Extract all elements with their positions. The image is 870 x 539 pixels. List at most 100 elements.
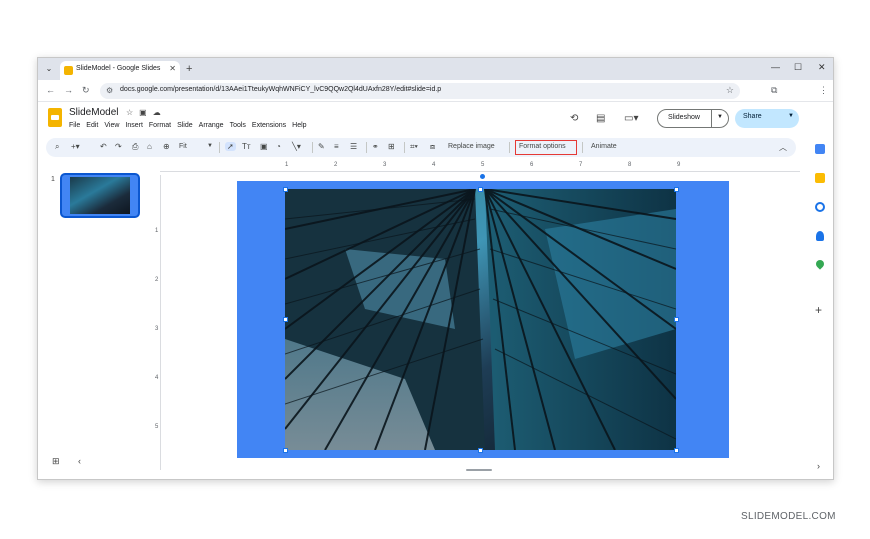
back-arrow-icon[interactable]: ←: [46, 85, 55, 95]
ruler-tick: 4: [432, 162, 436, 168]
format-options-button[interactable]: Format options: [515, 140, 577, 155]
paint-format-icon[interactable]: ⌂: [147, 142, 152, 151]
text-box-icon[interactable]: Tт: [242, 142, 251, 151]
keep-icon[interactable]: [815, 173, 825, 183]
resize-handle-bottom[interactable]: [478, 448, 483, 453]
minimize-button[interactable]: —: [771, 62, 780, 72]
line-icon[interactable]: ╲▾: [292, 142, 301, 151]
menu-help[interactable]: Help: [292, 122, 306, 132]
browser-tab[interactable]: SlideModel - Google Slides ✕: [60, 61, 180, 80]
extensions-icon[interactable]: ⧉: [771, 85, 777, 96]
format-options-label: Format options: [519, 143, 566, 150]
speaker-notes-handle[interactable]: [466, 469, 492, 471]
menu-insert[interactable]: Insert: [125, 122, 143, 132]
resize-handle-top-right[interactable]: [674, 187, 679, 192]
bookmark-star-icon[interactable]: ☆: [726, 85, 734, 96]
omnibox[interactable]: ⚙ docs.google.com/presentation/d/13AAei1…: [100, 83, 740, 99]
slideshow-label: Slideshow: [668, 114, 700, 121]
select-pointer-icon[interactable]: ➚: [225, 142, 236, 151]
site-info-icon[interactable]: ⚙: [106, 86, 113, 95]
tab-search-icon[interactable]: ⌄: [42, 62, 56, 76]
menu-edit[interactable]: Edit: [86, 122, 98, 132]
border-color-icon[interactable]: ✎: [318, 142, 325, 151]
get-addons-icon[interactable]: +: [815, 303, 822, 317]
slide-thumbnail[interactable]: [60, 173, 140, 218]
slideshow-button[interactable]: Slideshow ▼: [657, 109, 729, 128]
slides-logo-icon[interactable]: [48, 108, 62, 127]
contacts-icon[interactable]: [816, 231, 824, 241]
calendar-icon[interactable]: [815, 144, 825, 154]
zoom-icon[interactable]: ⊕: [163, 142, 170, 151]
rotate-handle[interactable]: [480, 174, 485, 179]
maximize-button[interactable]: ☐: [794, 62, 802, 73]
link-icon[interactable]: ⚭: [372, 142, 379, 151]
tab-close-icon[interactable]: ✕: [169, 64, 176, 73]
building-photo[interactable]: [285, 189, 676, 450]
resize-handle-bottom-right[interactable]: [674, 448, 679, 453]
share-button[interactable]: Share ▼: [735, 109, 799, 128]
ruler-tick: 4: [155, 375, 159, 381]
image-icon[interactable]: ▣: [260, 142, 268, 151]
replace-image-button[interactable]: Replace image: [448, 143, 495, 150]
add-comment-icon[interactable]: ⊞: [388, 142, 395, 151]
chevron-down-icon[interactable]: ▼: [788, 113, 794, 119]
zoom-select[interactable]: Fit: [179, 143, 187, 150]
border-weight-icon[interactable]: ≡: [334, 142, 339, 151]
share-label: Share: [743, 113, 762, 120]
chevron-down-icon[interactable]: ▼: [207, 143, 213, 149]
ruler-tick: 5: [481, 162, 485, 168]
resize-handle-bottom-left[interactable]: [283, 448, 288, 453]
menu-view[interactable]: View: [104, 122, 119, 132]
grid-view-icon[interactable]: ⊞: [52, 456, 60, 467]
slide-canvas[interactable]: [237, 174, 729, 458]
border-dash-icon[interactable]: ☰: [350, 142, 357, 151]
undo-icon[interactable]: ↶: [100, 142, 107, 151]
vertical-ruler: 1 2 3 4 5: [155, 175, 161, 470]
tab-bar: ⌄ SlideModel - Google Slides ✕ + — ☐ ✕: [38, 58, 833, 80]
print-icon[interactable]: ⎙: [132, 142, 138, 152]
building-photo-art: [285, 189, 676, 450]
chevron-down-icon[interactable]: ▼: [717, 114, 723, 120]
close-window-button[interactable]: ✕: [818, 62, 826, 73]
show-side-panel-icon[interactable]: ›: [817, 461, 820, 471]
collapse-filmstrip-icon[interactable]: ‹: [78, 456, 81, 466]
tasks-icon[interactable]: [815, 202, 825, 212]
menu-slide[interactable]: Slide: [177, 122, 193, 132]
title-action-icons[interactable]: ☆▣☁: [126, 108, 167, 117]
toolbar-divider: [219, 142, 220, 153]
ruler-tick: 1: [285, 162, 289, 168]
maps-icon[interactable]: [814, 258, 826, 270]
resize-handle-top[interactable]: [478, 187, 483, 192]
shape-icon[interactable]: ◔: [276, 142, 281, 151]
reload-icon[interactable]: ↻: [82, 85, 90, 96]
document-title[interactable]: SlideModel: [69, 107, 118, 118]
collapse-toolbar-icon[interactable]: ︿: [779, 142, 787, 153]
menu-file[interactable]: File: [69, 122, 80, 132]
toolbar-divider: [582, 142, 583, 153]
comments-icon[interactable]: ▤: [596, 113, 605, 124]
reset-image-icon[interactable]: ⧈: [430, 142, 435, 152]
new-slide-icon[interactable]: +▾: [71, 142, 80, 151]
new-tab-button[interactable]: +: [186, 62, 192, 76]
url-text[interactable]: docs.google.com/presentation/d/13AAei1Tt…: [120, 86, 441, 93]
tab-title: SlideModel - Google Slides: [76, 65, 161, 72]
ruler-tick: 6: [530, 162, 534, 168]
ruler-tick: 1: [155, 228, 159, 234]
crop-icon[interactable]: ⌗▾: [410, 142, 418, 152]
menu-arrange[interactable]: Arrange: [199, 122, 224, 132]
menu-format[interactable]: Format: [149, 122, 171, 132]
ruler-tick: 2: [334, 162, 338, 168]
menu-tools[interactable]: Tools: [230, 122, 246, 132]
resize-handle-left[interactable]: [283, 317, 288, 322]
resize-handle-right[interactable]: [674, 317, 679, 322]
animate-button[interactable]: Animate: [591, 143, 617, 150]
menu-extensions[interactable]: Extensions: [252, 122, 286, 132]
meet-camera-icon[interactable]: ▭▾: [624, 113, 638, 124]
more-menu-icon[interactable]: ⋮: [819, 85, 828, 96]
forward-arrow-icon[interactable]: →: [64, 85, 73, 95]
search-menus-icon[interactable]: ⌕: [55, 142, 59, 152]
redo-icon[interactable]: ↷: [115, 142, 122, 151]
resize-handle-top-left[interactable]: [283, 187, 288, 192]
version-history-icon[interactable]: ⟲: [570, 113, 578, 124]
ruler-tick: 5: [155, 424, 159, 430]
